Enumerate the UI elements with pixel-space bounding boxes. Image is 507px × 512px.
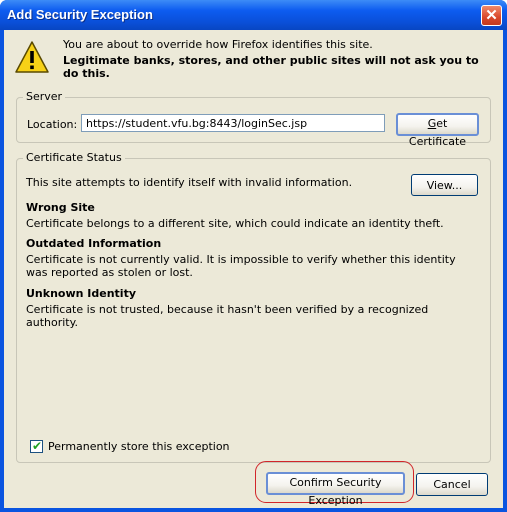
issue-text: Certificate is not currently valid. It i…: [26, 253, 456, 279]
status-description: This site attempts to identify itself wi…: [26, 176, 353, 189]
dialog-window: Add Security Exception ✕ You are about t…: [0, 0, 507, 512]
cancel-button[interactable]: Cancel: [416, 473, 488, 496]
issue-text: Certificate belongs to a different site,…: [26, 217, 444, 230]
issue-outdated-information: Outdated Information Certificate is not …: [26, 237, 476, 279]
issue-title: Unknown Identity: [26, 287, 137, 300]
issue-text: Certificate is not trusted, because it h…: [26, 303, 429, 329]
certificate-status-legend: Certificate Status: [23, 151, 125, 164]
checkmark-icon: ✔: [32, 439, 43, 453]
dialog-body: You are about to override how Firefox id…: [4, 30, 503, 508]
close-icon: ✕: [485, 7, 498, 24]
get-certificate-button[interactable]: Get Certificate: [396, 113, 479, 148]
issue-unknown-identity: Unknown Identity Certificate is not trus…: [26, 287, 476, 329]
title-bar[interactable]: Add Security Exception ✕: [0, 0, 507, 30]
intro-line-2: Legitimate banks, stores, and other publ…: [63, 54, 479, 80]
issue-title: Outdated Information: [26, 237, 162, 250]
view-button[interactable]: View...: [411, 174, 478, 196]
close-button[interactable]: ✕: [481, 5, 502, 26]
issue-title: Wrong Site: [26, 201, 95, 214]
issue-wrong-site: Wrong Site Certificate belongs to a diff…: [26, 201, 476, 230]
permanent-store-label[interactable]: Permanently store this exception: [48, 440, 230, 453]
get-certificate-label: et Certificate: [408, 117, 467, 148]
get-certificate-access-key: G: [427, 117, 437, 130]
server-group: Server Location: Get Certificate: [16, 90, 491, 148]
confirm-security-exception-button[interactable]: Confirm Security Exception: [266, 472, 405, 507]
warning-icon: [15, 41, 49, 73]
location-input[interactable]: [81, 114, 385, 132]
location-label: Location:: [27, 118, 78, 131]
dialog-title: Add Security Exception: [7, 7, 153, 22]
confirm-highlight-ring: Confirm Security Exception: [255, 461, 414, 507]
server-legend: Server: [23, 90, 66, 103]
certificate-status-group: Certificate Status This site attempts to…: [16, 151, 491, 463]
permanent-store-checkbox[interactable]: ✔: [30, 439, 43, 453]
intro-line-1: You are about to override how Firefox id…: [63, 38, 373, 51]
intro-message: You are about to override how Firefox id…: [63, 38, 493, 80]
